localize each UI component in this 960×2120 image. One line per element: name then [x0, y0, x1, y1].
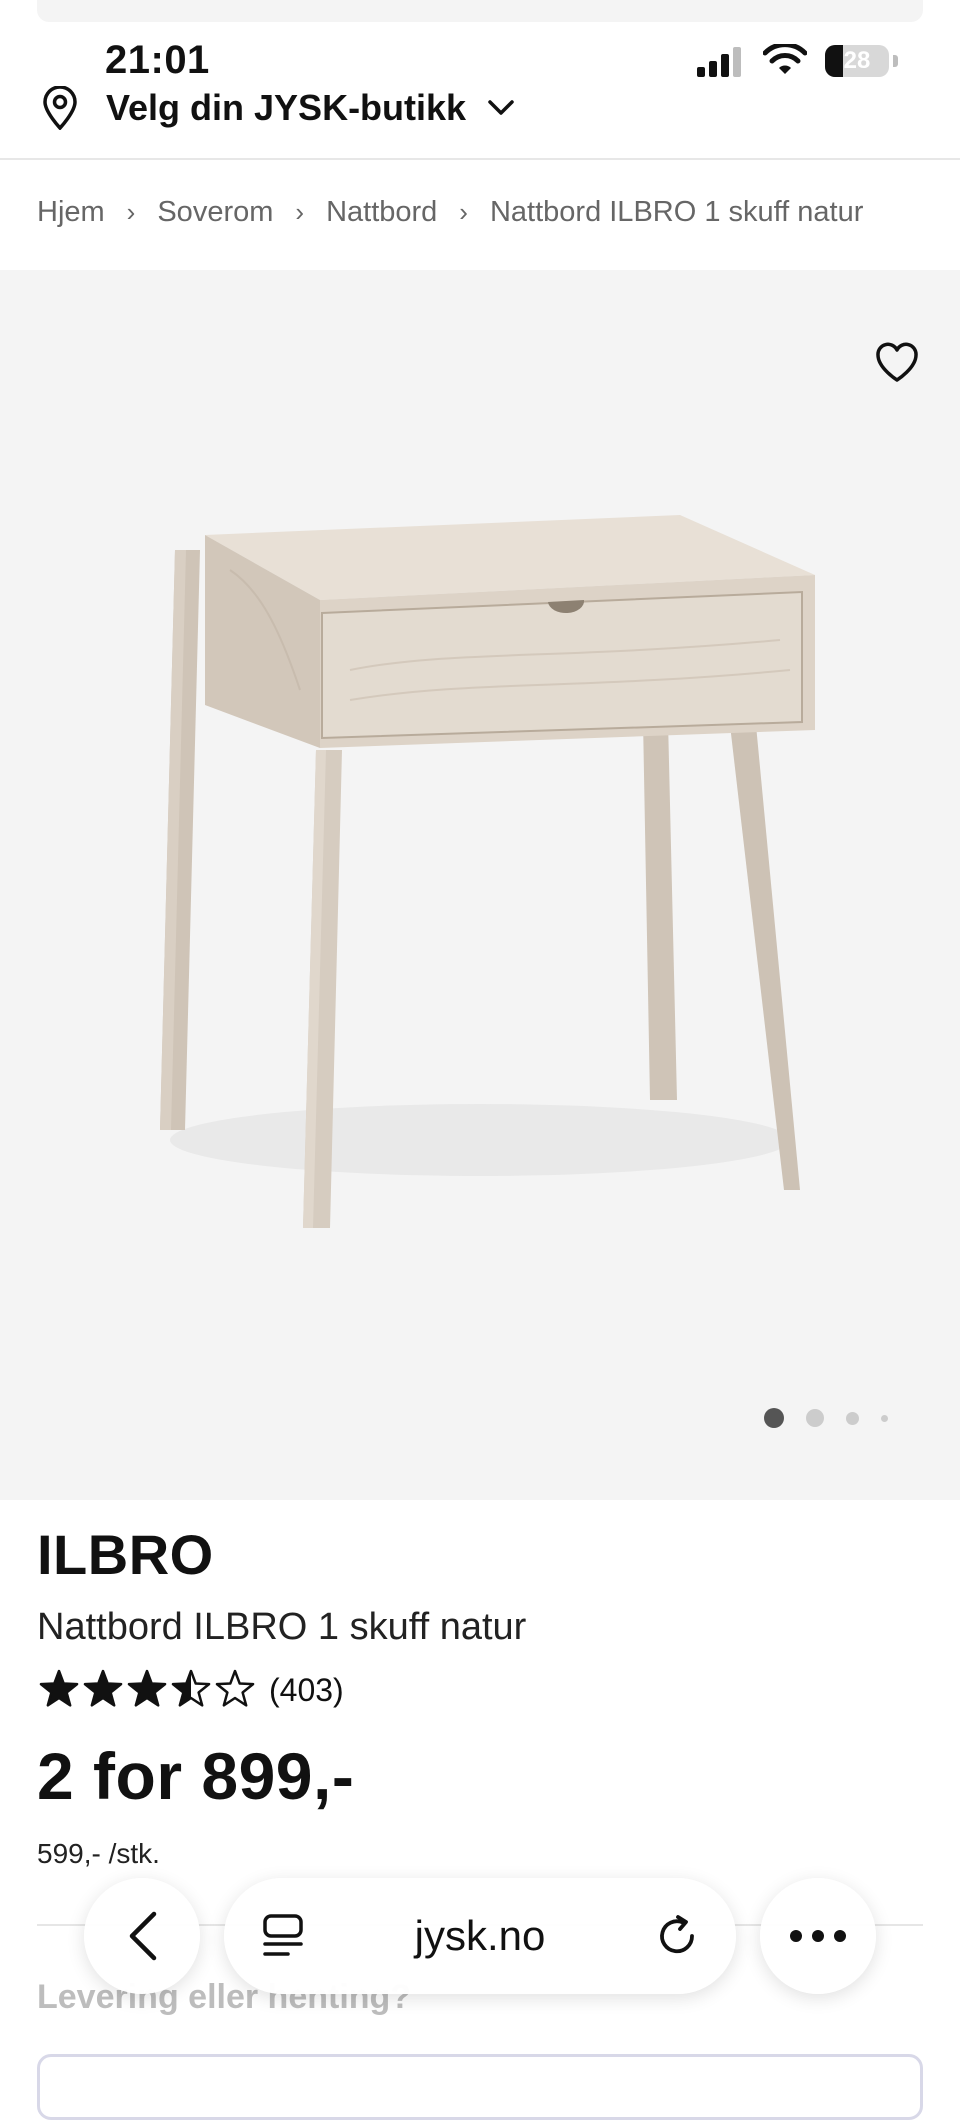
rating-stars — [39, 1669, 255, 1707]
chevron-right-icon: › — [459, 197, 468, 227]
url-text: jysk.no — [414, 1912, 546, 1959]
gallery-dot[interactable] — [846, 1411, 859, 1425]
gallery-dot[interactable] — [881, 1414, 888, 1422]
breadcrumb-item-soverom[interactable]: Soverom — [157, 196, 273, 229]
delivery-input-box[interactable] — [37, 2054, 923, 2120]
wifi-icon — [763, 44, 807, 74]
star-icon — [171, 1669, 211, 1707]
favorite-heart-icon[interactable] — [874, 342, 920, 384]
status-icons: 28 — [697, 44, 898, 78]
star-icon — [215, 1669, 255, 1707]
gallery-dot[interactable] — [806, 1409, 824, 1427]
store-selector[interactable]: Velg din JYSK-butikk — [40, 86, 516, 130]
rating[interactable]: (403) — [37, 1668, 344, 1712]
product-image — [160, 515, 815, 1228]
product-brand: ILBRO — [37, 1523, 214, 1586]
breadcrumb-item-hjem[interactable]: Hjem — [37, 196, 105, 229]
more-options-button[interactable] — [760, 1878, 876, 1994]
more-dots-icon — [790, 1930, 846, 1942]
breadcrumb: Hjem › Soverom › Nattbord › Nattbord ILB… — [37, 196, 863, 229]
battery-indicator: 28 — [825, 45, 889, 77]
address-bar[interactable]: jysk.no — [224, 1878, 736, 1994]
header-divider — [0, 158, 960, 160]
store-selector-label: Velg din JYSK-butikk — [106, 87, 467, 128]
product-name: Nattbord ILBRO 1 skuff natur — [37, 1606, 527, 1648]
chevron-down-icon — [488, 100, 514, 115]
chevron-right-icon: › — [295, 197, 305, 227]
browser-toolbar: jysk.no — [0, 1870, 960, 2000]
back-button[interactable] — [84, 1878, 200, 1994]
review-count: (403) — [269, 1671, 344, 1708]
star-icon — [39, 1669, 79, 1707]
cellular-signal-icon — [697, 47, 741, 77]
gallery-dot[interactable] — [764, 1408, 784, 1428]
star-icon — [83, 1669, 123, 1707]
star-icon — [127, 1669, 167, 1707]
reader-mode-icon[interactable] — [260, 1913, 306, 1959]
battery-tip — [893, 55, 898, 67]
breadcrumb-item-current[interactable]: Nattbord ILBRO 1 skuff natur — [490, 196, 863, 229]
product-price: 2 for 899,- — [37, 1739, 355, 1813]
gallery-pagination — [764, 1408, 888, 1428]
top-pill — [37, 0, 923, 22]
battery-level: 28 — [843, 47, 871, 74]
product-image-gallery[interactable] — [0, 270, 960, 1500]
chevron-left-icon — [129, 1911, 157, 1961]
location-pin-icon — [43, 86, 77, 130]
status-time: 21:01 — [105, 38, 210, 82]
unit-price: 599,- /stk. — [37, 1838, 160, 1869]
reload-icon[interactable] — [654, 1913, 700, 1959]
chevron-right-icon: › — [126, 197, 136, 227]
breadcrumb-item-nattbord[interactable]: Nattbord — [326, 196, 437, 229]
